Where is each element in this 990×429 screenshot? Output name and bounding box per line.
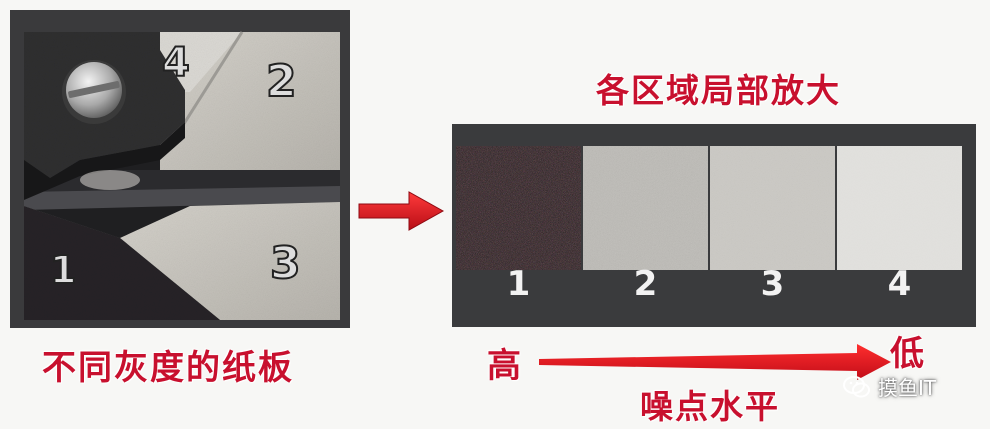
noise-scale-arrow-icon bbox=[539, 344, 891, 380]
noise-level-caption: 噪点水平 bbox=[640, 387, 780, 426]
watermark: 摸鱼IT bbox=[842, 372, 936, 401]
grayscale-cardboard-photo: 4 2 3 1 bbox=[10, 10, 350, 328]
swatch-4 bbox=[837, 146, 962, 270]
swatch-1-noise bbox=[456, 146, 581, 270]
swatch-label-3: 3 bbox=[760, 264, 785, 304]
photo-label-1: 1 bbox=[49, 247, 77, 293]
swatch-4-noise bbox=[837, 146, 962, 270]
swatch-2 bbox=[583, 146, 708, 270]
swatch-2-noise bbox=[583, 146, 708, 270]
caption-zoom: 各区域局部放大 bbox=[596, 71, 841, 110]
swatch-1 bbox=[456, 146, 581, 270]
caption-cardboard: 不同灰度的纸板 bbox=[42, 348, 294, 388]
swatch-label-4: 4 bbox=[887, 264, 912, 304]
swatch-label-2: 2 bbox=[633, 264, 658, 304]
swatch-3-noise bbox=[710, 146, 835, 270]
swatch-label-1: 1 bbox=[506, 264, 531, 304]
photo-label-3: 3 bbox=[269, 237, 302, 290]
swatch-3 bbox=[710, 146, 835, 270]
noise-high-label: 高 bbox=[487, 346, 521, 386]
wechat-icon bbox=[843, 375, 870, 397]
arrow-right-icon bbox=[358, 191, 445, 231]
photo-label-2: 2 bbox=[265, 55, 298, 108]
zoom-swatch-panel: 1 2 3 4 bbox=[452, 124, 976, 327]
noise-low-label: 低 bbox=[890, 334, 924, 374]
photo-label-4: 4 bbox=[161, 39, 191, 87]
watermark-text: 摸鱼IT bbox=[878, 376, 937, 400]
